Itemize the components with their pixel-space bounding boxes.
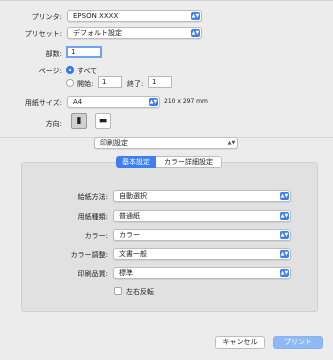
orientation-label: 方向: xyxy=(45,120,62,128)
media-popup[interactable]: 普通紙 ▲▼ xyxy=(113,210,291,222)
chevron-updown-icon: ▲▼ xyxy=(280,269,289,277)
color-popup[interactable]: カラー ▲▼ xyxy=(113,229,291,241)
paper-size-popup[interactable]: A4 ▲▼ xyxy=(67,96,160,108)
pages-start-field[interactable]: 1 xyxy=(98,76,122,88)
landscape-orientation-button[interactable]: ▬ xyxy=(95,113,111,129)
color-adjust-popup[interactable]: 文書一般 ▲▼ xyxy=(113,248,291,260)
paper-size-value: A4 xyxy=(73,98,83,106)
quality-value: 標準 xyxy=(119,269,133,277)
color-label: カラー: xyxy=(84,232,108,240)
copies-field[interactable]: 1 xyxy=(66,46,102,58)
mirror-checkbox[interactable] xyxy=(114,287,122,295)
pages-start-label: 開始: xyxy=(77,80,94,88)
pages-end-label: 終了: xyxy=(127,80,144,88)
tab-basic[interactable]: 基本設定 xyxy=(116,156,156,168)
quality-label: 印刷品質: xyxy=(77,270,108,278)
paper-dimensions: 210 x 297 mm xyxy=(164,98,208,105)
chevron-updown-icon: ▲▼ xyxy=(280,231,289,239)
pages-end-field[interactable]: 1 xyxy=(148,76,172,88)
preset-label: プリセット: xyxy=(24,30,62,38)
cancel-button[interactable]: キャンセル xyxy=(215,336,265,349)
section-popup[interactable]: 印刷設定 ▲▼ xyxy=(94,137,238,149)
chevron-updown-icon: ▲▼ xyxy=(149,98,158,106)
pages-range-radio[interactable] xyxy=(66,79,74,87)
media-value: 普通紙 xyxy=(119,212,140,220)
color-adjust-label: カラー調整: xyxy=(70,251,108,259)
preset-popup[interactable]: デフォルト設定 ▲▼ xyxy=(67,27,202,39)
feed-value: 自動選択 xyxy=(119,192,147,200)
chevron-updown-icon: ▲▼ xyxy=(280,192,289,200)
printer-label: プリンタ: xyxy=(31,13,62,21)
quality-popup[interactable]: 標準 ▲▼ xyxy=(113,267,291,279)
preset-value: デフォルト設定 xyxy=(73,29,122,37)
top-divider xyxy=(0,0,333,1)
portrait-orientation-button[interactable]: ▮ xyxy=(71,113,87,129)
feed-popup[interactable]: 自動選択 ▲▼ xyxy=(113,190,291,202)
pages-all-label: すべて xyxy=(77,67,98,75)
paper-size-label: 用紙サイズ: xyxy=(24,99,62,107)
tab-advanced-color[interactable]: カラー詳細設定 xyxy=(156,156,222,168)
section-value: 印刷設定 xyxy=(100,139,128,147)
pages-all-radio[interactable] xyxy=(66,66,74,74)
mirror-label: 左右反転 xyxy=(126,288,154,296)
chevron-updown-icon: ▲▼ xyxy=(191,12,200,20)
chevron-updown-icon: ▲▼ xyxy=(280,250,289,258)
pages-label: ページ: xyxy=(38,67,62,75)
media-label: 用紙種類: xyxy=(77,213,108,221)
copies-label: 部数: xyxy=(45,50,62,58)
landscape-person-icon: ▬ xyxy=(98,116,108,126)
printer-popup[interactable]: EPSON XXXX ▲▼ xyxy=(67,10,202,22)
color-value: カラー xyxy=(119,231,140,239)
portrait-person-icon: ▮ xyxy=(76,116,82,126)
chevron-updown-icon: ▲▼ xyxy=(227,140,236,146)
printer-value: EPSON XXXX xyxy=(73,12,119,20)
feed-label: 給紙方法: xyxy=(77,193,108,201)
color-adjust-value: 文書一般 xyxy=(119,250,147,258)
chevron-updown-icon: ▲▼ xyxy=(280,212,289,220)
print-button[interactable]: プリント xyxy=(273,336,323,349)
chevron-updown-icon: ▲▼ xyxy=(191,29,200,37)
